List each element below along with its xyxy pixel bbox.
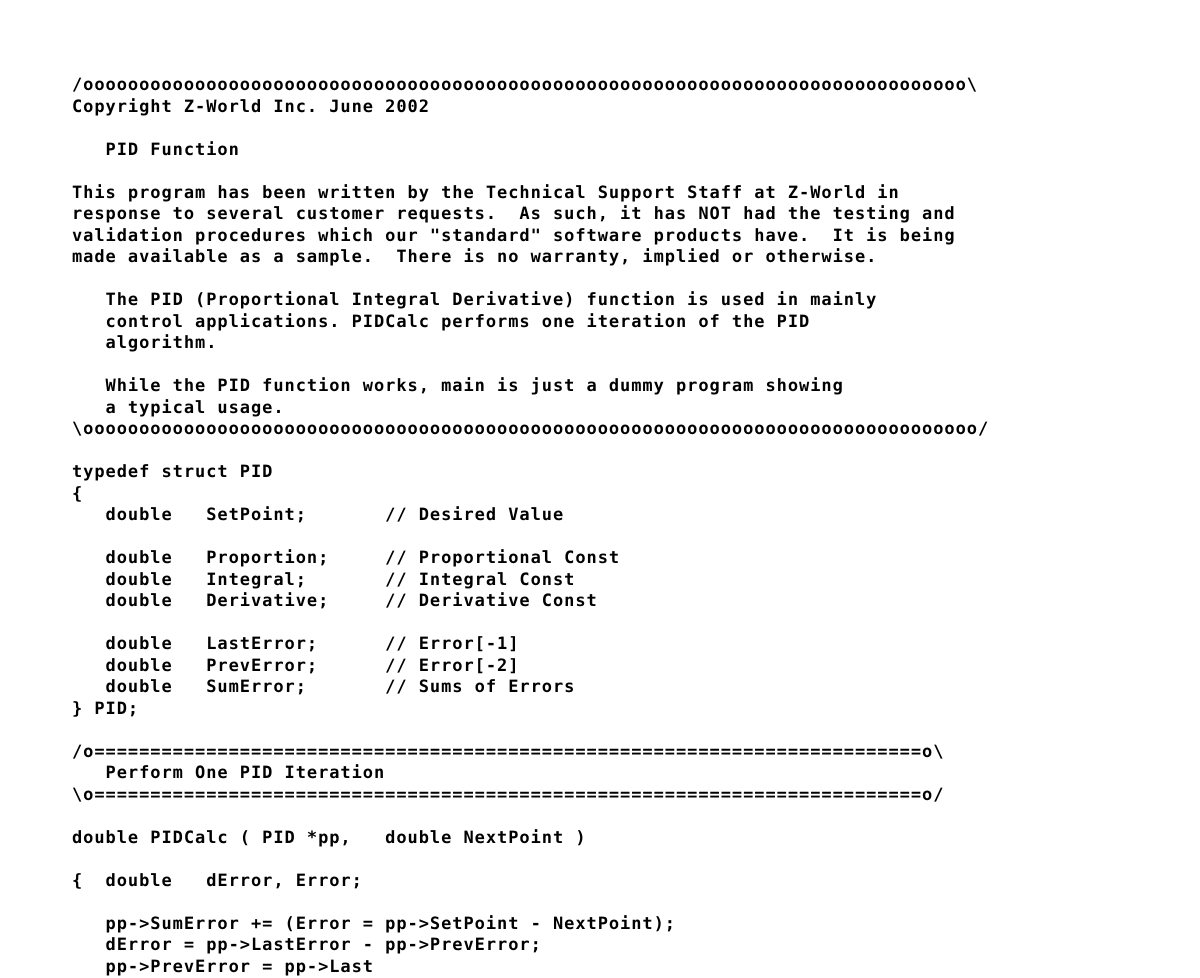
code-line: typedef struct PID [72, 462, 1132, 484]
blank-line [72, 527, 1132, 549]
blank-line [72, 355, 1132, 377]
comment-rule-line: \ooooooooooooooooooooooooooooooooooooooo… [72, 419, 1132, 441]
blank-line [72, 892, 1132, 914]
code-line: double Derivative; // Derivative Const [72, 591, 1132, 613]
blank-line [72, 269, 1132, 291]
code-line: double Proportion; // Proportional Const [72, 548, 1132, 570]
code-line: response to several customer requests. A… [72, 204, 1132, 226]
code-line: double SetPoint; // Desired Value [72, 505, 1132, 527]
code-line: Perform One PID Iteration [72, 763, 1132, 785]
code-line: pp->SumError += (Error = pp->SetPoint - … [72, 914, 1132, 936]
blank-line [72, 613, 1132, 635]
code-line: validation procedures which our "standar… [72, 226, 1132, 248]
code-line: } PID; [72, 699, 1132, 721]
code-line: dError = pp->LastError - pp->PrevError; [72, 935, 1132, 957]
code-line: { double dError, Error; [72, 871, 1132, 893]
blank-line [72, 441, 1132, 463]
code-line: algorithm. [72, 333, 1132, 355]
blank-line [72, 849, 1132, 871]
code-line: made available as a sample. There is no … [72, 247, 1132, 269]
code-line: { [72, 484, 1132, 506]
code-line: a typical usage. [72, 398, 1132, 420]
blank-line [72, 118, 1132, 140]
code-line: PID Function [72, 140, 1132, 162]
comment-rule-line: \o======================================… [72, 785, 1132, 807]
code-line: double PrevError; // Error[-2] [72, 656, 1132, 678]
code-line: pp->PrevError = pp->Last [72, 957, 1132, 978]
code-line: This program has been written by the Tec… [72, 183, 1132, 205]
code-line: double PIDCalc ( PID *pp, double NextPoi… [72, 828, 1132, 850]
code-line: double Integral; // Integral Const [72, 570, 1132, 592]
comment-rule-line: /ooooooooooooooooooooooooooooooooooooooo… [72, 75, 1132, 97]
comment-rule-line: /o======================================… [72, 742, 1132, 764]
code-line: double SumError; // Sums of Errors [72, 677, 1132, 699]
code-line: While the PID function works, main is ju… [72, 376, 1132, 398]
code-line: Copyright Z-World Inc. June 2002 [72, 97, 1132, 119]
blank-line [72, 806, 1132, 828]
source-code-listing: /ooooooooooooooooooooooooooooooooooooooo… [72, 75, 1132, 978]
blank-line [72, 161, 1132, 183]
blank-line [72, 720, 1132, 742]
code-line: double LastError; // Error[-1] [72, 634, 1132, 656]
code-line: The PID (Proportional Integral Derivativ… [72, 290, 1132, 312]
code-line: control applications. PIDCalc performs o… [72, 312, 1132, 334]
